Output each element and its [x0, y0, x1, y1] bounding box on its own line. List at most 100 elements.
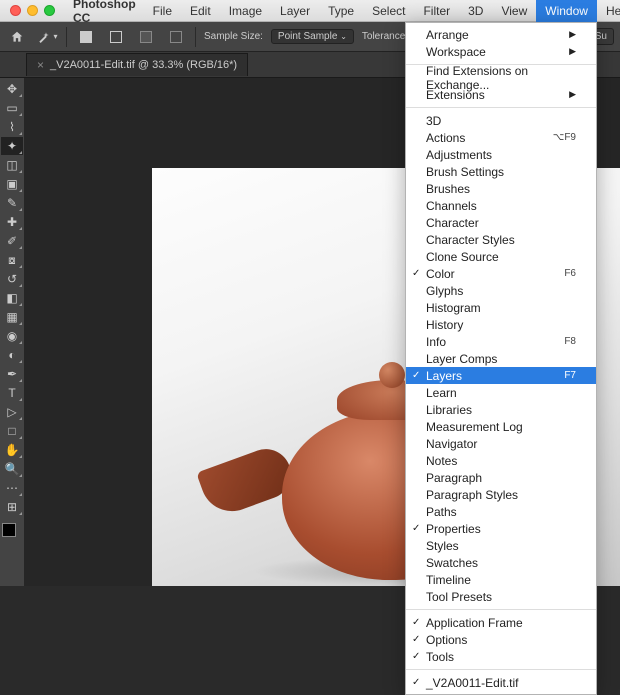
check-icon: ✓: [412, 651, 420, 662]
tool-rectangle[interactable]: □: [1, 422, 23, 440]
menu-item-label: Paths: [426, 505, 457, 519]
document-tab[interactable]: × _V2A0011-Edit.tif @ 33.3% (RGB/16*): [26, 53, 248, 76]
menu-item-libraries[interactable]: Libraries: [406, 401, 596, 418]
menu-3d[interactable]: 3D: [459, 0, 492, 22]
menu-item-notes[interactable]: Notes: [406, 452, 596, 469]
menu-item-adjustments[interactable]: Adjustments: [406, 146, 596, 163]
menu-item-clone-source[interactable]: Clone Source: [406, 248, 596, 265]
menu-item-styles[interactable]: Styles: [406, 537, 596, 554]
app-name: Photoshop CC: [65, 0, 144, 25]
menu-item-history[interactable]: History: [406, 316, 596, 333]
tool-type[interactable]: T: [1, 384, 23, 402]
tool-more[interactable]: ⋯: [1, 479, 23, 497]
menu-item-info[interactable]: InfoF8: [406, 333, 596, 350]
tool-zoom[interactable]: 🔍: [1, 460, 23, 478]
menu-item-swatches[interactable]: Swatches: [406, 554, 596, 571]
menu-item-character[interactable]: Character: [406, 214, 596, 231]
menu-item-tool-presets[interactable]: Tool Presets: [406, 588, 596, 605]
menu-item-learn[interactable]: Learn: [406, 384, 596, 401]
home-button[interactable]: [6, 26, 28, 48]
menu-separator: [406, 609, 596, 610]
menu-item-workspace[interactable]: Workspace▶: [406, 43, 596, 60]
tool-crop[interactable]: ◫: [1, 156, 23, 174]
tool-hand[interactable]: ✋: [1, 441, 23, 459]
tools-panel: ✥▭⌇✦◫▣✎✚✐⧇↺◧▦◉◐✒T▷□✋🔍⋯⊞: [0, 78, 24, 586]
tool-lasso[interactable]: ⌇: [1, 118, 23, 136]
menu-item-layers[interactable]: ✓LayersF7: [406, 367, 596, 384]
intersect-selection-icon[interactable]: [165, 26, 187, 48]
menu-item-label: Color: [426, 267, 455, 281]
menu-item-application-frame[interactable]: ✓Application Frame: [406, 614, 596, 631]
menu-item-properties[interactable]: ✓Properties: [406, 520, 596, 537]
menu-item-label: Character Styles: [426, 233, 515, 247]
menu-window[interactable]: Window: [536, 0, 597, 22]
subtract-selection-icon[interactable]: [135, 26, 157, 48]
tool-stamp[interactable]: ⧇: [1, 251, 23, 269]
tool-blur[interactable]: ◉: [1, 327, 23, 345]
tool-gradient[interactable]: ▦: [1, 308, 23, 326]
menu-item-paragraph-styles[interactable]: Paragraph Styles: [406, 486, 596, 503]
menu-item-channels[interactable]: Channels: [406, 197, 596, 214]
menu-item-brushes[interactable]: Brushes: [406, 180, 596, 197]
tool-edit-toolbar[interactable]: ⊞: [1, 498, 23, 516]
magic-wand-icon: [36, 29, 52, 45]
menu-separator: [406, 669, 596, 670]
menu-item-label: Tool Presets: [426, 590, 492, 604]
close-window-icon[interactable]: [10, 5, 21, 16]
new-selection-icon[interactable]: [75, 26, 97, 48]
menu-item-3d[interactable]: 3D: [406, 112, 596, 129]
menu-item-layer-comps[interactable]: Layer Comps: [406, 350, 596, 367]
menu-item-navigator[interactable]: Navigator: [406, 435, 596, 452]
menu-item-arrange[interactable]: Arrange▶: [406, 26, 596, 43]
menu-help[interactable]: Help: [597, 0, 620, 22]
menu-item--v2a0011-edit-tif[interactable]: ✓_V2A0011-Edit.tif: [406, 674, 596, 691]
menu-view[interactable]: View: [492, 0, 536, 22]
tool-eyedropper[interactable]: ✎: [1, 194, 23, 212]
menu-list: FileEditImageLayerTypeSelectFilter3DView…: [144, 0, 620, 22]
tool-path-select[interactable]: ▷: [1, 403, 23, 421]
tool-preset-button[interactable]: ▾: [36, 26, 58, 48]
menu-edit[interactable]: Edit: [181, 0, 220, 22]
menu-item-options[interactable]: ✓Options: [406, 631, 596, 648]
tool-brush[interactable]: ✐: [1, 232, 23, 250]
close-tab-icon[interactable]: ×: [37, 58, 44, 72]
color-swatch[interactable]: [2, 523, 22, 543]
menu-item-histogram[interactable]: Histogram: [406, 299, 596, 316]
menu-item-label: Layers: [426, 369, 462, 383]
tool-heal[interactable]: ✚: [1, 213, 23, 231]
menu-item-measurement-log[interactable]: Measurement Log: [406, 418, 596, 435]
menu-item-label: 3D: [426, 114, 441, 128]
check-icon: ✓: [412, 523, 420, 534]
menu-image[interactable]: Image: [220, 0, 271, 22]
menu-type[interactable]: Type: [319, 0, 363, 22]
tool-marquee[interactable]: ▭: [1, 99, 23, 117]
zoom-window-icon[interactable]: [44, 5, 55, 16]
menu-file[interactable]: File: [144, 0, 181, 22]
tool-frame[interactable]: ▣: [1, 175, 23, 193]
tool-magic-wand[interactable]: ✦: [1, 137, 23, 155]
menu-item-tools[interactable]: ✓Tools: [406, 648, 596, 665]
sample-size-select[interactable]: Point Sample ⌄: [271, 29, 354, 44]
tool-pen[interactable]: ✒: [1, 365, 23, 383]
tool-move[interactable]: ✥: [1, 80, 23, 98]
menu-select[interactable]: Select: [363, 0, 414, 22]
menu-layer[interactable]: Layer: [271, 0, 319, 22]
tool-eraser[interactable]: ◧: [1, 289, 23, 307]
menu-item-color[interactable]: ✓ColorF6: [406, 265, 596, 282]
menu-item-find-extensions-on-exchange-[interactable]: Find Extensions on Exchange...: [406, 69, 596, 86]
menu-item-label: Adjustments: [426, 148, 492, 162]
menu-item-character-styles[interactable]: Character Styles: [406, 231, 596, 248]
tool-history-brush[interactable]: ↺: [1, 270, 23, 288]
menu-item-paths[interactable]: Paths: [406, 503, 596, 520]
tool-dodge[interactable]: ◐: [1, 346, 23, 364]
menu-filter[interactable]: Filter: [414, 0, 459, 22]
minimize-window-icon[interactable]: [27, 5, 38, 16]
menu-item-label: Actions: [426, 131, 465, 145]
add-selection-icon[interactable]: [105, 26, 127, 48]
menu-item-brush-settings[interactable]: Brush Settings: [406, 163, 596, 180]
menu-item-timeline[interactable]: Timeline: [406, 571, 596, 588]
menu-item-extensions[interactable]: Extensions▶: [406, 86, 596, 103]
menu-item-glyphs[interactable]: Glyphs: [406, 282, 596, 299]
menu-item-actions[interactable]: Actions⌥F9: [406, 129, 596, 146]
menu-item-paragraph[interactable]: Paragraph: [406, 469, 596, 486]
